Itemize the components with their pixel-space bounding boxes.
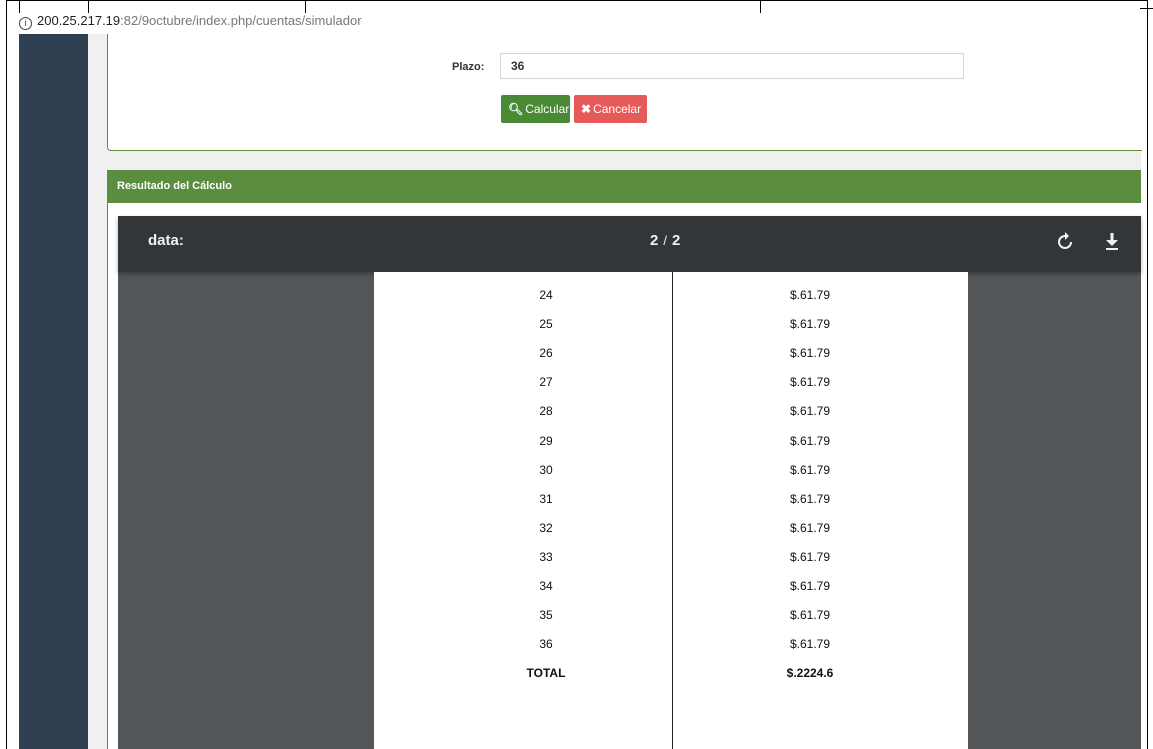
url-path: :82/9octubre/index.php/cuentas/simulador	[120, 13, 362, 28]
row-amount: $.61.79	[789, 317, 831, 331]
row-amount: $.61.79	[789, 550, 831, 564]
row-amount: $.61.79	[789, 434, 831, 448]
row-number: 25	[539, 317, 553, 331]
row-number: 27	[539, 375, 553, 389]
calcular-button[interactable]: 🔍︎ Calcular	[501, 95, 570, 123]
close-icon: ✖	[581, 102, 592, 116]
row-amount: $.61.79	[789, 608, 831, 622]
frame-tick	[760, 0, 761, 13]
row-amount: $.61.79	[789, 521, 831, 535]
page-indicator: 2/2	[650, 232, 682, 249]
row-amount: $.61.79	[789, 463, 831, 477]
row-number: 31	[539, 492, 553, 506]
row-number: 24	[539, 288, 553, 302]
calcular-label: Calcular	[525, 102, 570, 116]
pdf-toolbar	[118, 216, 1141, 272]
frame-tick	[1140, 8, 1153, 9]
total-label: TOTAL	[526, 666, 566, 680]
row-amount: $.61.79	[789, 346, 831, 360]
frame-border-right	[1147, 0, 1148, 749]
row-amount: $.61.79	[789, 375, 831, 389]
row-number: 36	[539, 637, 553, 651]
column-divider	[672, 272, 673, 749]
info-icon[interactable]: i	[19, 17, 32, 30]
form-panel	[107, 34, 1142, 151]
plazo-label: Plazo:	[452, 61, 485, 73]
row-number: 30	[539, 463, 553, 477]
cancelar-button[interactable]: ✖ Cancelar	[574, 95, 647, 123]
row-amount: $.61.79	[789, 288, 831, 302]
result-header: Resultado del Cálculo	[107, 170, 1141, 203]
address-bar[interactable]: i 200.25.217.19:82/9octubre/index.php/cue…	[19, 12, 362, 30]
total-pages: 2	[671, 232, 682, 249]
row-amount: $.61.79	[789, 637, 831, 651]
url-host: 200.25.217.19	[37, 13, 121, 28]
cancelar-label: Cancelar	[593, 102, 642, 116]
row-number: 28	[539, 404, 553, 418]
row-amount: $.61.79	[789, 404, 831, 418]
current-page: 2	[650, 232, 660, 249]
row-number: 33	[539, 550, 553, 564]
row-number: 29	[539, 434, 553, 448]
total-value: $.2224.6	[786, 666, 834, 680]
sidebar	[19, 34, 88, 749]
rotate-icon[interactable]	[1056, 230, 1074, 252]
document-title: data:	[148, 232, 184, 249]
row-amount: $.61.79	[789, 492, 831, 506]
plazo-input[interactable]: 36	[500, 53, 964, 79]
row-amount: $.61.79	[789, 579, 831, 593]
frame-border-top	[6, 0, 1147, 1]
row-number: 32	[539, 521, 553, 535]
search-icon: 🔍︎	[508, 102, 524, 116]
row-number: 34	[539, 579, 553, 593]
row-number: 26	[539, 346, 553, 360]
frame-border-left	[6, 0, 7, 749]
row-number: 35	[539, 608, 553, 622]
download-icon[interactable]	[1104, 230, 1120, 252]
